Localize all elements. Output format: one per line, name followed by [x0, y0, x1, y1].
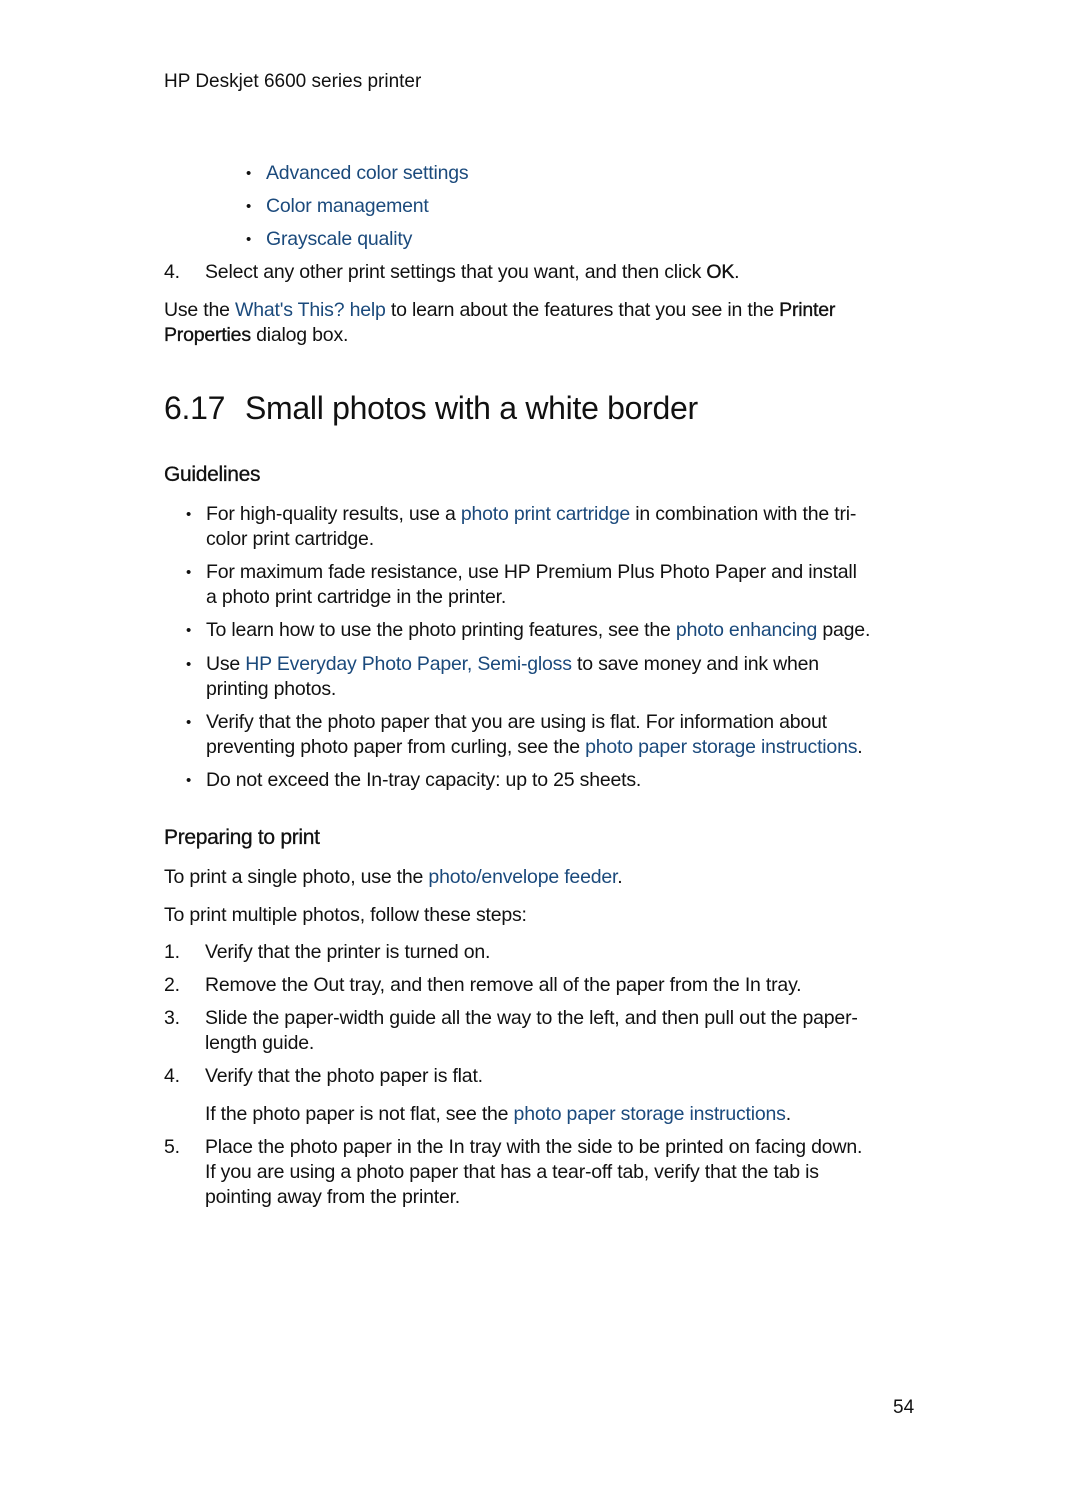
text: preventing photo paper from curling, see…	[206, 736, 586, 758]
paragraph-whats-this: Use the What's This? help to learn about…	[164, 298, 920, 348]
section-title: 6.17 Small photos with a white border	[164, 390, 698, 427]
section-title-text: Small photos with a white border	[245, 390, 698, 426]
step-number: 2.	[164, 974, 180, 996]
text: To learn how to use the photo printing f…	[206, 619, 676, 641]
list-item: • Color management	[246, 194, 429, 219]
step-number: 3.	[164, 1007, 180, 1029]
link-hp-everyday-photo-paper[interactable]: HP Everyday Photo Paper, Semi-gloss	[245, 653, 572, 675]
bullet-icon: •	[186, 772, 192, 789]
text: For high-quality results, use a	[206, 503, 461, 525]
text: pointing away from the printer.	[205, 1186, 461, 1208]
text: to save money and ink when	[571, 653, 819, 675]
link-grayscale-quality[interactable]: Grayscale quality	[266, 228, 412, 250]
text: Slide the paper-width guide all the way …	[205, 1007, 858, 1029]
link-advanced-color-settings[interactable]: Advanced color settings	[266, 162, 469, 184]
text: .	[857, 736, 863, 758]
text: Place the photo paper in the In tray wit…	[205, 1136, 863, 1158]
list-item: • Grayscale quality	[246, 227, 412, 252]
link-photo-paper-storage-instructions[interactable]: photo paper storage instructions	[585, 736, 857, 758]
bullet-icon: •	[186, 506, 192, 523]
paragraph-single-photo: To print a single photo, use the photo/e…	[164, 865, 920, 890]
page-number: 54	[893, 1397, 915, 1418]
step-number: 4.	[164, 261, 180, 283]
bullet-icon: •	[186, 622, 192, 639]
text: .	[785, 1103, 791, 1125]
link-whats-this-help[interactable]: What's This? help	[235, 299, 386, 321]
bullet-icon: •	[246, 165, 252, 182]
link-photo-print-cartridge[interactable]: photo print cartridge	[461, 503, 630, 525]
step-item: 4. Verify that the photo paper is flat.	[164, 1064, 920, 1089]
text: Verify that the photo paper that you are…	[206, 711, 827, 733]
link-photo-enhancing[interactable]: photo enhancing	[676, 619, 817, 641]
list-item: • For high-quality results, use a photo …	[186, 502, 926, 552]
text: in combination with the tri-	[630, 503, 857, 525]
text: length guide.	[205, 1032, 315, 1054]
step-item: 1. Verify that the printer is turned on.	[164, 940, 920, 965]
list-item: • Verify that the photo paper that you a…	[186, 710, 926, 760]
bullet-icon: •	[186, 656, 192, 673]
text: If the photo paper is not flat, see the	[205, 1103, 514, 1125]
text: If you are using a photo paper that has …	[205, 1161, 819, 1183]
list-item: • Use HP Everyday Photo Paper, Semi-glos…	[186, 652, 926, 702]
step-note: If the photo paper is not flat, see the …	[164, 1102, 920, 1127]
text: Remove the Out tray, and then remove all…	[205, 974, 802, 996]
text: Use	[206, 653, 246, 675]
paragraph-multiple-photos: To print multiple photos, follow these s…	[164, 904, 527, 926]
step-number: 4.	[164, 1065, 180, 1087]
bold-text: Printer	[779, 299, 836, 321]
step-item: 3. Slide the paper-width guide all the w…	[164, 1006, 920, 1056]
guidelines-heading: Guidelines	[164, 463, 261, 486]
text: page.	[817, 619, 871, 641]
ok-label: OK	[706, 261, 735, 283]
text: Verify that the printer is turned on.	[205, 941, 491, 963]
list-item: • Do not exceed the In-tray capacity: up…	[186, 768, 926, 793]
punct: .	[734, 261, 740, 283]
text: a photo print cartridge in the printer.	[206, 586, 507, 608]
step-item: 5. Place the photo paper in the In tray …	[164, 1135, 920, 1210]
running-header: HP Deskjet 6600 series printer	[164, 71, 422, 92]
bullet-icon: •	[246, 231, 252, 248]
bullet-icon: •	[246, 198, 252, 215]
text: Use the	[164, 299, 236, 321]
text: color print cartridge.	[206, 528, 374, 550]
step-item: 2. Remove the Out tray, and then remove …	[164, 973, 920, 998]
text: Do not exceed the In-tray capacity: up t…	[206, 769, 642, 791]
step-item: 4. Select any other print settings that …	[164, 260, 920, 285]
list-item: • For maximum fade resistance, use HP Pr…	[186, 560, 926, 610]
text: printing photos.	[206, 678, 337, 700]
link-photo-paper-storage-instructions-2[interactable]: photo paper storage instructions	[514, 1103, 786, 1125]
list-item: • To learn how to use the photo printing…	[186, 618, 926, 643]
link-photo-envelope-feeder[interactable]: photo/envelope feeder	[428, 866, 617, 888]
step-number: 5.	[164, 1136, 180, 1158]
step-number: 1.	[164, 941, 180, 963]
preparing-heading: Preparing to print	[164, 826, 320, 849]
text: to learn about the features that you see…	[385, 299, 780, 321]
link-color-management[interactable]: Color management	[266, 195, 429, 217]
text: For maximum fade resistance, use HP Prem…	[206, 561, 857, 583]
section-number: 6.17	[164, 390, 226, 426]
bold-text: Properties	[164, 324, 251, 346]
text: .	[617, 866, 623, 888]
step-text: Select any other print settings that you…	[205, 261, 707, 283]
list-item: • Advanced color settings	[246, 161, 469, 186]
text: Verify that the photo paper is flat.	[205, 1065, 483, 1087]
text: To print a single photo, use the	[164, 866, 429, 888]
text: dialog box.	[250, 324, 349, 346]
bullet-icon: •	[186, 564, 192, 581]
bullet-icon: •	[186, 714, 192, 731]
